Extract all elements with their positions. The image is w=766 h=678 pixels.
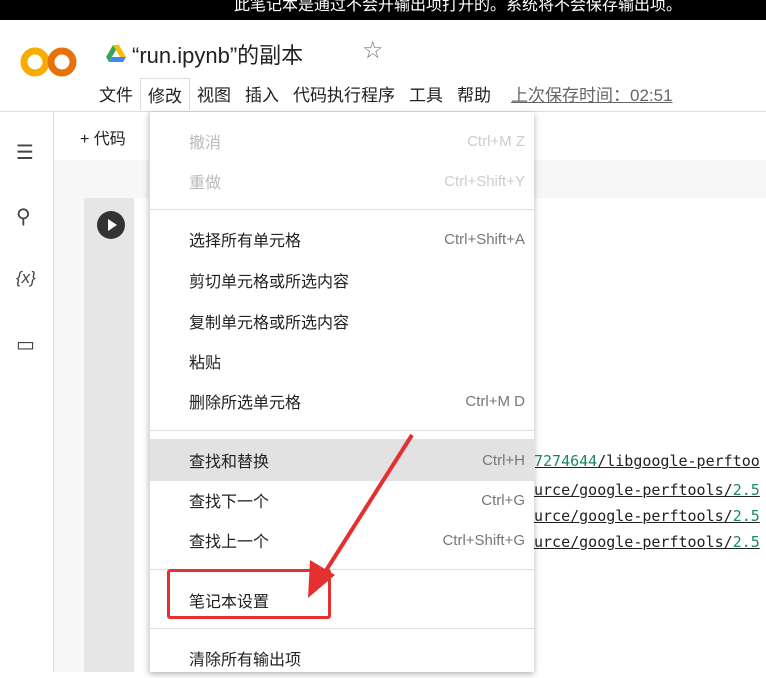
google-drive-icon[interactable] <box>106 45 126 63</box>
run-cell-button[interactable] <box>97 211 125 239</box>
banner-text: 此笔记本是通过不会开输出项打开的。系统将不会保存输出项。 <box>234 0 683 14</box>
divider <box>150 209 535 210</box>
menu-help[interactable]: 帮助 <box>450 78 498 110</box>
notification-banner: 此笔记本是通过不会开输出项打开的。系统将不会保存输出项。 <box>0 0 766 20</box>
menu-view[interactable]: 视图 <box>190 78 238 110</box>
sidebar: ☰ ⚲ {x} ▭ <box>0 112 54 672</box>
menu-insert[interactable]: 插入 <box>238 78 286 110</box>
variables-icon[interactable]: {x} <box>16 268 36 288</box>
cell-gutter <box>84 198 134 672</box>
add-code-button[interactable]: + 代码 <box>80 125 126 149</box>
divider <box>150 628 535 629</box>
toc-icon[interactable]: ☰ <box>16 140 34 165</box>
menu-runtime[interactable]: 代码执行程序 <box>286 78 402 110</box>
menu-item-undo[interactable]: 撤消 Ctrl+M Z <box>150 121 535 161</box>
menu-item-cut[interactable]: 剪切单元格或所选内容 <box>150 260 535 300</box>
menu-item-select-all[interactable]: 选择所有单元格 Ctrl+Shift+A <box>150 219 535 259</box>
menu-item-copy[interactable]: 复制单元格或所选内容 <box>150 301 535 341</box>
folder-icon[interactable]: ▭ <box>16 332 35 357</box>
menu-item-clear-outputs[interactable]: 清除所有输出项 <box>150 638 535 678</box>
annotation-arrow <box>308 433 414 598</box>
menu-item-delete[interactable]: 删除所选单元格 Ctrl+M D <box>150 381 535 421</box>
menu-tools[interactable]: 工具 <box>402 78 450 110</box>
output-line[interactable]: urce/google-perftools/2.5 <box>534 533 760 551</box>
output-line[interactable]: urce/google-perftools/2.5 <box>534 481 760 499</box>
output-line[interactable]: urce/google-perftools/2.5 <box>534 507 760 525</box>
menu-item-paste[interactable]: 粘贴 <box>150 341 535 381</box>
output-line[interactable]: 7274644/libgoogle-perftoo <box>534 452 760 470</box>
colab-logo[interactable] <box>20 44 78 80</box>
last-saved-link[interactable]: 上次保存时间：02:51 <box>504 78 680 110</box>
star-icon[interactable]: ☆ <box>362 36 384 65</box>
title-text[interactable]: “run.ipynb”的副本 <box>132 38 303 70</box>
menu-item-redo[interactable]: 重做 Ctrl+Shift+Y <box>150 161 535 201</box>
menu-edit[interactable]: 修改 <box>140 78 190 110</box>
menubar: 文件 修改 视图 插入 代码执行程序 工具 帮助 上次保存时间：02:51 <box>92 78 680 110</box>
search-icon[interactable]: ⚲ <box>16 204 31 229</box>
notebook-title[interactable]: “run.ipynb”的副本 <box>106 38 303 70</box>
menu-file[interactable]: 文件 <box>92 78 140 110</box>
